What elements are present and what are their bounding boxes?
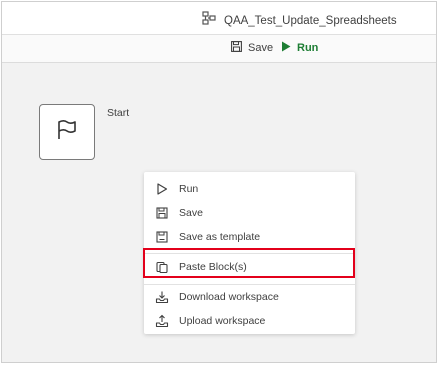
- menu-item-save[interactable]: Save: [144, 202, 355, 224]
- flag-icon: [56, 119, 78, 146]
- save-icon: [155, 206, 169, 220]
- menu-item-save-as-template[interactable]: Save as template: [144, 226, 355, 248]
- run-button-label: Run: [297, 42, 319, 54]
- menu-item-upload-workspace[interactable]: Upload workspace: [144, 310, 355, 332]
- app-window: QAA_Test_Update_Spreadsheets Save Run St…: [1, 1, 437, 363]
- paste-icon: [155, 260, 169, 274]
- menu-item-label: Download workspace: [179, 291, 279, 303]
- save-button-label: Save: [248, 42, 274, 54]
- start-block[interactable]: [39, 104, 95, 160]
- start-block-label: Start: [107, 107, 130, 119]
- save-icon: [231, 41, 242, 55]
- save-button[interactable]: Save: [231, 41, 273, 55]
- title-bar: QAA_Test_Update_Spreadsheets: [2, 2, 436, 35]
- download-icon: [155, 290, 169, 304]
- context-menu: Run Save Save as template Paste Block(s)…: [143, 172, 355, 334]
- run-button[interactable]: Run: [281, 41, 318, 55]
- play-icon: [281, 41, 291, 55]
- menu-item-label: Save: [179, 207, 203, 219]
- menu-item-paste-blocks[interactable]: Paste Block(s): [144, 256, 355, 278]
- title-wrap: QAA_Test_Update_Spreadsheets: [202, 11, 397, 30]
- upload-icon: [155, 314, 169, 328]
- menu-item-label: Run: [179, 183, 199, 195]
- save-template-icon: [155, 230, 169, 244]
- workspace-canvas[interactable]: Start Run Save Save as template Paste Bl…: [2, 63, 436, 362]
- menu-item-run[interactable]: Run: [144, 178, 355, 200]
- workflow-icon: [202, 11, 216, 30]
- play-outline-icon: [155, 182, 169, 196]
- workspace-title: QAA_Test_Update_Spreadsheets: [224, 14, 397, 27]
- menu-item-label: Upload workspace: [179, 315, 266, 327]
- menu-item-download-workspace[interactable]: Download workspace: [144, 286, 355, 308]
- menu-separator: [144, 284, 355, 285]
- toolbar: Save Run: [2, 35, 436, 63]
- menu-separator: [144, 253, 355, 254]
- menu-item-label: Paste Block(s): [179, 261, 247, 273]
- menu-item-label: Save as template: [179, 231, 261, 243]
